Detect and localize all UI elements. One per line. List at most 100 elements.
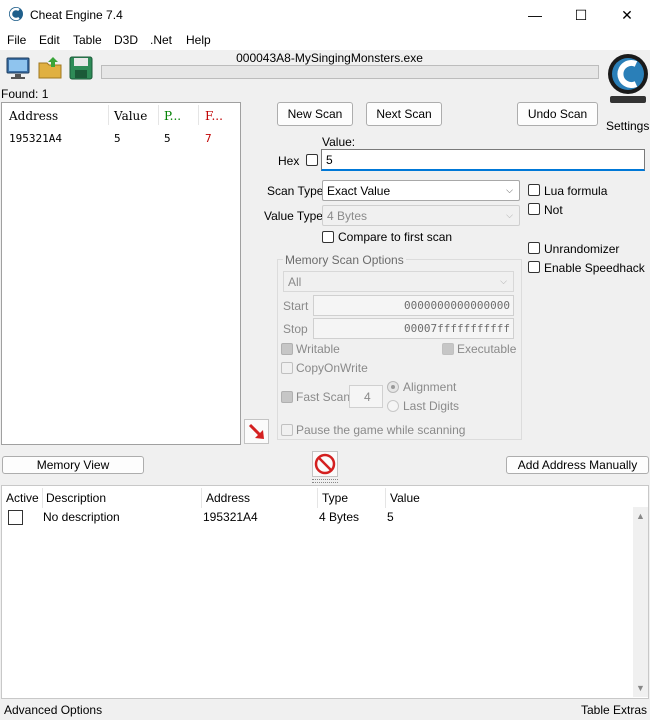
memory-view-button[interactable]: Memory View [2, 456, 144, 474]
menu-table[interactable]: Table [73, 33, 102, 47]
alignment-radio[interactable] [387, 381, 399, 393]
result-previous: 5 [164, 132, 171, 145]
speedhack-label: Enable Speedhack [544, 261, 645, 275]
menu-net[interactable]: .Net [150, 33, 172, 47]
next-scan-button[interactable]: Next Scan [366, 102, 442, 126]
fast-scan-label: Fast Scan [296, 390, 351, 404]
executable-checkbox[interactable] [442, 343, 454, 355]
process-name: 000043A8-MySingingMonsters.exe [236, 51, 423, 65]
radio-dot [391, 385, 395, 389]
minimize-button[interactable]: — [512, 0, 558, 30]
close-button[interactable]: ✕ [604, 0, 650, 30]
results-list[interactable]: Address Value P... F... 195321A4 5 5 7 [1, 102, 241, 445]
title-bar: Cheat Engine 7.4 — ☐ ✕ [0, 0, 650, 30]
window-title: Cheat Engine 7.4 [30, 8, 123, 22]
compare-first-label: Compare to first scan [338, 230, 453, 244]
address-table-header-description[interactable]: Description [46, 491, 106, 505]
result-value: 5 [114, 132, 121, 145]
lua-formula-label: Lua formula [544, 184, 608, 198]
address-table-header-address[interactable]: Address [206, 491, 250, 505]
column-divider [201, 488, 202, 508]
last-digits-radio[interactable] [387, 400, 399, 412]
address-table-header-type[interactable]: Type [322, 491, 348, 505]
advanced-options-link[interactable]: Advanced Options [4, 703, 102, 717]
status-bar: Advanced Options Table Extras [0, 699, 650, 720]
copy-on-write-label: CopyOnWrite [296, 361, 368, 375]
splitter-grip[interactable] [312, 479, 338, 483]
chevron-down-icon: ⌵ [506, 185, 513, 195]
result-address: 195321A4 [9, 132, 62, 145]
table-extras-link[interactable]: Table Extras [581, 703, 647, 717]
address-table-header-value[interactable]: Value [390, 491, 420, 505]
hex-checkbox[interactable] [306, 154, 318, 166]
stop-icon[interactable] [312, 451, 338, 477]
entry-type: 4 Bytes [319, 510, 360, 524]
column-divider [317, 488, 318, 508]
writable-checkbox[interactable] [281, 343, 293, 355]
compare-first-checkbox[interactable] [322, 231, 334, 243]
column-divider [42, 488, 43, 508]
active-checkbox[interactable] [8, 510, 23, 525]
maximize-button[interactable]: ☐ [558, 0, 604, 30]
pause-game-label: Pause the game while scanning [296, 423, 466, 437]
found-count: Found: 1 [1, 87, 49, 101]
stop-address-value: 00007fffffffffff [404, 322, 510, 335]
scroll-up-icon[interactable]: ▲ [636, 511, 645, 521]
menu-d3d[interactable]: D3D [114, 33, 138, 47]
entry-value: 5 [387, 510, 394, 524]
new-scan-button[interactable]: New Scan [277, 102, 353, 126]
add-to-list-arrow-button[interactable] [244, 419, 269, 444]
results-header-value[interactable]: Value [114, 109, 147, 123]
value-label: Value: [322, 135, 356, 149]
value-input-text: 5 [326, 153, 333, 167]
address-table-header-active[interactable]: Active [6, 491, 39, 505]
entry-address: 195321A4 [203, 510, 258, 524]
memory-region-select[interactable]: All ⌵ [283, 271, 514, 292]
fast-scan-input[interactable]: 4 [349, 385, 383, 408]
scan-type-value: Exact Value [327, 184, 391, 198]
value-input[interactable]: 5 [321, 149, 645, 171]
speedhack-checkbox[interactable] [528, 261, 540, 273]
settings-link[interactable]: Settings [606, 119, 649, 133]
column-divider [198, 105, 199, 125]
column-divider [385, 488, 386, 508]
fast-scan-checkbox[interactable] [281, 391, 293, 403]
scroll-down-icon[interactable]: ▼ [636, 683, 645, 693]
cheat-engine-logo-icon[interactable] [606, 50, 650, 104]
menu-help[interactable]: Help [186, 33, 211, 47]
stop-address-input[interactable]: 00007fffffffffff [313, 318, 514, 339]
menu-edit[interactable]: Edit [39, 33, 60, 47]
save-icon[interactable] [68, 55, 94, 81]
results-header-address[interactable]: Address [9, 109, 58, 123]
value-type-select[interactable]: 4 Bytes ⌵ [322, 205, 520, 226]
start-address-input[interactable]: 0000000000000000 [313, 295, 514, 316]
lua-formula-checkbox[interactable] [528, 184, 540, 196]
select-process-icon[interactable] [5, 55, 31, 81]
copy-on-write-checkbox[interactable] [281, 362, 293, 374]
memory-scan-options-title: Memory Scan Options [283, 253, 406, 267]
pause-game-checkbox[interactable] [281, 424, 293, 436]
undo-scan-button[interactable]: Undo Scan [517, 102, 598, 126]
add-address-manually-button[interactable]: Add Address Manually [506, 456, 649, 474]
address-table[interactable]: Active Description Address Type Value No… [1, 485, 649, 699]
red-arrow-icon [248, 423, 264, 439]
alignment-label: Alignment [403, 380, 457, 394]
results-header-previous[interactable]: P... [164, 109, 181, 123]
fast-scan-value: 4 [364, 390, 371, 404]
scan-type-select[interactable]: Exact Value ⌵ [322, 180, 520, 201]
unrandomizer-checkbox[interactable] [528, 242, 540, 254]
table-row[interactable]: 195321A4 5 5 7 [2, 129, 240, 147]
executable-label: Executable [457, 342, 517, 356]
writable-label: Writable [296, 342, 340, 356]
stop-label: Stop [283, 322, 308, 336]
column-divider [108, 105, 109, 125]
not-checkbox[interactable] [528, 203, 540, 215]
menu-file[interactable]: File [7, 33, 26, 47]
table-row[interactable]: No description 195321A4 4 Bytes 5 [2, 507, 632, 527]
menu-bar: File Edit Table D3D .Net Help [0, 30, 650, 50]
vertical-scrollbar[interactable]: ▲ ▼ [633, 507, 648, 697]
unrandomizer-label: Unrandomizer [544, 242, 620, 256]
chevron-down-icon: ⌵ [506, 210, 513, 220]
open-folder-icon[interactable] [37, 55, 63, 81]
results-header-first[interactable]: F... [205, 109, 223, 123]
